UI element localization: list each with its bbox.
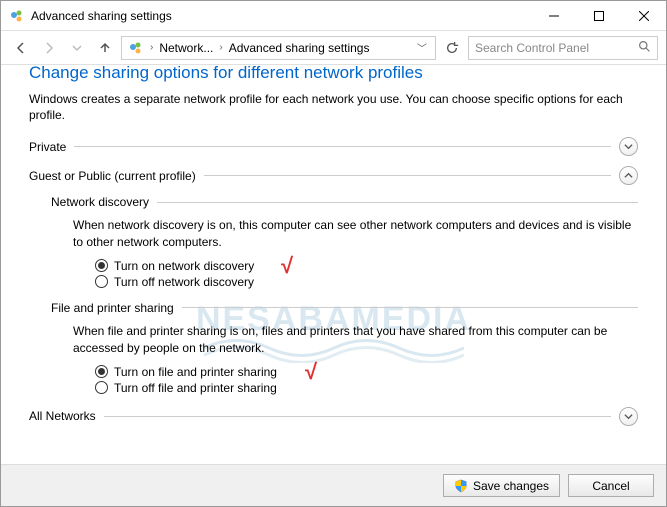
divider [74,146,611,147]
chevron-up-icon[interactable] [619,166,638,185]
recent-locations-button[interactable] [65,36,89,60]
save-button-label: Save changes [473,479,549,493]
up-button[interactable] [93,36,117,60]
breadcrumb[interactable]: › Network... › Advanced sharing settings… [121,36,436,60]
chevron-right-icon: › [217,42,224,53]
radio-file-printer-on[interactable]: Turn on file and printer sharing √ [95,365,638,379]
refresh-button[interactable] [440,36,464,60]
maximize-button[interactable] [576,1,621,31]
radio-label: Turn on file and printer sharing [114,365,277,379]
network-discovery-radios: Turn on network discovery √ Turn off net… [95,259,638,289]
radio-network-discovery-off[interactable]: Turn off network discovery [95,275,638,289]
section-guest-public-label: Guest or Public (current profile) [29,169,204,183]
content-area: NESABAMEDIA Change sharing options for d… [1,65,666,465]
chevron-right-icon: › [148,42,155,53]
search-icon[interactable] [638,40,651,56]
radio-icon [95,259,108,272]
window-title: Advanced sharing settings [31,9,172,23]
breadcrumb-icon [128,40,144,56]
divider [204,175,611,176]
forward-button[interactable] [37,36,61,60]
cancel-button-label: Cancel [592,479,629,493]
radio-icon [95,381,108,394]
divider [182,307,638,308]
radio-file-printer-off[interactable]: Turn off file and printer sharing [95,381,638,395]
radio-label: Turn off file and printer sharing [114,381,277,395]
section-all-networks[interactable]: All Networks [29,407,638,426]
minimize-button[interactable] [531,1,576,31]
page-heading: Change sharing options for different net… [29,65,638,83]
breadcrumb-dropdown-icon[interactable]: ﹀ [411,40,433,55]
intro-text: Windows creates a separate network profi… [29,91,638,123]
titlebar: Advanced sharing settings [1,1,666,31]
radio-label: Turn off network discovery [114,275,254,289]
section-private[interactable]: Private [29,137,638,156]
divider [157,202,638,203]
breadcrumb-segment-network[interactable]: Network... [155,41,217,55]
shield-icon [454,479,468,493]
chevron-down-icon[interactable] [619,137,638,156]
section-guest-public[interactable]: Guest or Public (current profile) [29,166,638,185]
subsection-network-discovery: Network discovery [51,195,638,209]
radio-icon [95,275,108,288]
close-button[interactable] [621,1,666,31]
radio-icon [95,365,108,378]
file-printer-desc: When file and printer sharing is on, fil… [73,323,638,357]
file-printer-title: File and printer sharing [51,301,182,315]
search-box[interactable] [468,36,658,60]
network-discovery-title: Network discovery [51,195,157,209]
navbar: › Network... › Advanced sharing settings… [1,31,666,65]
cancel-button[interactable]: Cancel [568,474,654,497]
subsection-file-printer: File and printer sharing [51,301,638,315]
footer: Save changes Cancel [1,464,666,506]
breadcrumb-segment-current[interactable]: Advanced sharing settings [225,41,374,55]
section-all-networks-label: All Networks [29,409,104,423]
radio-network-discovery-on[interactable]: Turn on network discovery √ [95,259,638,273]
chevron-down-icon[interactable] [619,407,638,426]
file-printer-radios: Turn on file and printer sharing √ Turn … [95,365,638,395]
back-button[interactable] [9,36,33,60]
app-icon [9,8,25,24]
network-discovery-desc: When network discovery is on, this compu… [73,217,638,251]
guest-public-body: Network discovery When network discovery… [51,195,638,394]
section-private-label: Private [29,140,74,154]
divider [104,416,611,417]
search-input[interactable] [475,41,638,55]
save-changes-button[interactable]: Save changes [443,474,560,497]
radio-label: Turn on network discovery [114,259,254,273]
